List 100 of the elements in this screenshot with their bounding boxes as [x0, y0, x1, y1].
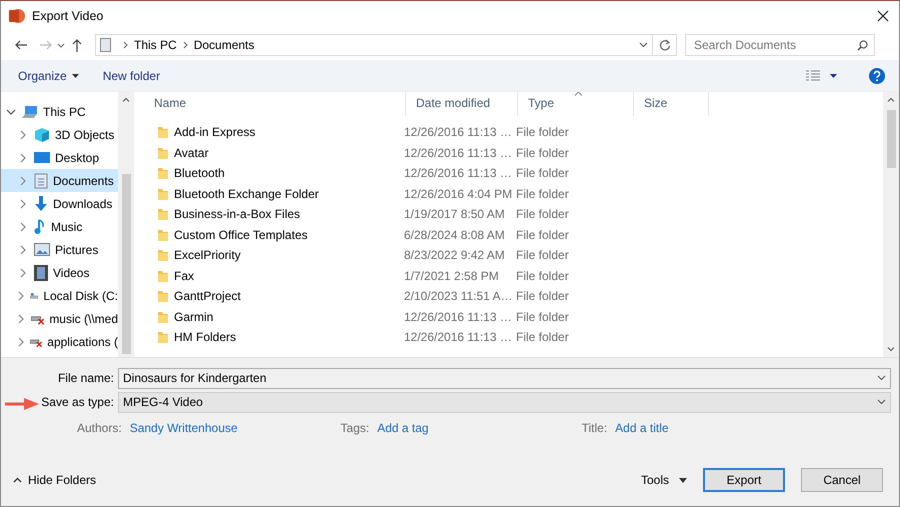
dialog-button[interactable]: Cancel — [801, 468, 883, 492]
nav-item[interactable]: music (\\med — [1, 307, 118, 330]
dropdown-caret-icon — [877, 375, 886, 381]
forward-arrow-icon[interactable] — [38, 40, 52, 50]
column-header[interactable]: Date modified — [406, 92, 518, 116]
nav-item[interactable]: Downloads — [1, 192, 118, 215]
column-header[interactable]: Type — [518, 92, 634, 116]
scrollbar[interactable] — [118, 92, 134, 357]
nav-item[interactable]: This PC — [1, 100, 118, 123]
chevron-icon[interactable] — [17, 336, 26, 346]
caret-icon — [679, 478, 687, 482]
file-row[interactable]: Add-in Express 12/26/2016 11:13 … File folder — [144, 122, 883, 142]
scroll-up-icon[interactable] — [887, 97, 895, 102]
view-list-icon[interactable] — [806, 70, 820, 82]
column-header[interactable]: Name — [144, 92, 406, 116]
folder-icon — [158, 290, 168, 302]
meta-link[interactable]: Sandy Writtenhouse — [130, 421, 238, 435]
caret-icon[interactable] — [830, 74, 837, 78]
file-row[interactable]: GanttProject 2/10/2023 11:51 A… File folder — [144, 286, 883, 306]
scrollbar-thumb[interactable] — [122, 174, 130, 354]
scroll-up-icon[interactable] — [122, 97, 130, 102]
folder-icon — [158, 228, 168, 241]
document-icon — [100, 38, 111, 52]
nav-item[interactable]: Local Disk (C: — [1, 284, 118, 307]
music-note-icon — [34, 218, 46, 234]
meta-label: Authors: — [77, 421, 122, 435]
back-arrow-icon[interactable] — [14, 40, 28, 50]
chevron-icon[interactable] — [17, 314, 26, 324]
dropdown-caret-icon — [877, 399, 886, 405]
column-header[interactable]: Size — [634, 92, 709, 116]
help-icon[interactable] — [869, 68, 885, 84]
chevron-icon — [182, 41, 188, 49]
document-icon — [34, 172, 48, 188]
new-folder-button[interactable]: New folder — [102, 68, 160, 82]
cube-icon — [34, 126, 50, 142]
search-field[interactable]: Search Documents — [685, 34, 875, 56]
folder-icon — [158, 188, 168, 200]
nav-item[interactable]: Videos — [1, 261, 118, 284]
folder-icon — [158, 167, 168, 180]
folder-icon — [158, 249, 168, 262]
organize-menu[interactable]: Organize — [18, 68, 79, 82]
breadcrumb[interactable]: This PC — [134, 38, 177, 52]
chevron-icon — [123, 41, 128, 49]
chevron-icon[interactable] — [19, 244, 27, 254]
file-row[interactable]: Avatar 12/26/2016 11:13 … File folder — [144, 142, 883, 163]
file-row[interactable]: Bluetooth 12/26/2016 11:13 … File folder — [144, 163, 883, 184]
file-row[interactable]: Business-in-a-Box Files 1/19/2017 8:50 AM File folder — [144, 204, 883, 224]
chevron-icon[interactable] — [19, 198, 27, 208]
chevron-icon[interactable] — [17, 290, 25, 300]
chevron-icon[interactable] — [19, 268, 27, 278]
refresh-button[interactable] — [653, 34, 677, 56]
folder-icon — [158, 146, 168, 159]
window-title: Export Video — [32, 8, 104, 22]
caret-icon — [13, 477, 22, 483]
chevron-icon[interactable] — [19, 130, 27, 140]
nav-item[interactable]: Desktop — [1, 146, 118, 169]
folder-icon — [158, 208, 168, 220]
film-icon — [34, 264, 48, 280]
nav-item[interactable]: Music — [1, 215, 118, 238]
meta-link[interactable]: Add a title — [615, 421, 669, 435]
scrollbar[interactable] — [883, 92, 899, 357]
folder-icon — [158, 126, 168, 138]
caret-icon — [72, 74, 79, 78]
file-row[interactable]: Custom Office Templates 6/28/2024 8:08 AM File folder — [144, 224, 883, 245]
chevron-icon[interactable] — [19, 222, 27, 232]
scroll-down-icon[interactable] — [887, 347, 895, 352]
chevron-icon[interactable] — [19, 152, 27, 162]
folder-icon — [158, 270, 168, 282]
computer-icon — [22, 104, 38, 118]
hide-folders-button[interactable]: Hide Folders — [13, 473, 96, 487]
nav-item[interactable]: Documents — [1, 169, 118, 192]
meta-label: Title: — [582, 421, 608, 435]
annotation-arrow — [4, 397, 40, 411]
tools-menu[interactable]: Tools — [640, 473, 687, 487]
folder-icon — [158, 331, 168, 344]
nav-item[interactable]: applications ( — [1, 330, 118, 353]
field-label: Save as type: — [41, 395, 114, 409]
file-row[interactable]: Bluetooth Exchange Folder 12/26/2016 4:04 PM File folder — [144, 184, 883, 204]
nav-item[interactable]: 3D Objects — [1, 123, 118, 146]
scrollbar-thumb[interactable] — [886, 110, 896, 168]
meta-link[interactable]: Add a tag — [377, 421, 429, 435]
dropdown-caret-icon[interactable] — [639, 42, 648, 48]
sort-caret-icon — [574, 92, 583, 96]
recent-caret-icon[interactable] — [57, 42, 65, 48]
file-row[interactable]: Garmin 12/26/2016 11:13 … File folder — [144, 306, 883, 327]
chevron-icon[interactable] — [6, 108, 16, 116]
monitor-icon — [34, 151, 50, 164]
breadcrumb[interactable]: Documents — [194, 38, 254, 52]
file-row[interactable]: HM Folders 12/26/2016 11:13 … File folder — [144, 327, 883, 348]
meta-label: Tags: — [340, 421, 370, 435]
field-label: File name: — [58, 371, 114, 385]
search-icon — [857, 40, 868, 50]
dialog-button[interactable]: Export — [703, 468, 785, 492]
address-bar[interactable]: This PC Documents — [95, 34, 653, 56]
close-icon[interactable] — [877, 10, 889, 22]
app-logo-icon — [9, 8, 25, 24]
file-row[interactable]: ExcelPriority 8/23/2022 9:42 AM File folder — [144, 245, 883, 266]
up-arrow-icon[interactable] — [72, 38, 82, 52]
file-row[interactable]: Fax 1/7/2021 2:58 PM File folder — [144, 266, 883, 286]
nav-item[interactable]: Pictures — [1, 238, 118, 261]
